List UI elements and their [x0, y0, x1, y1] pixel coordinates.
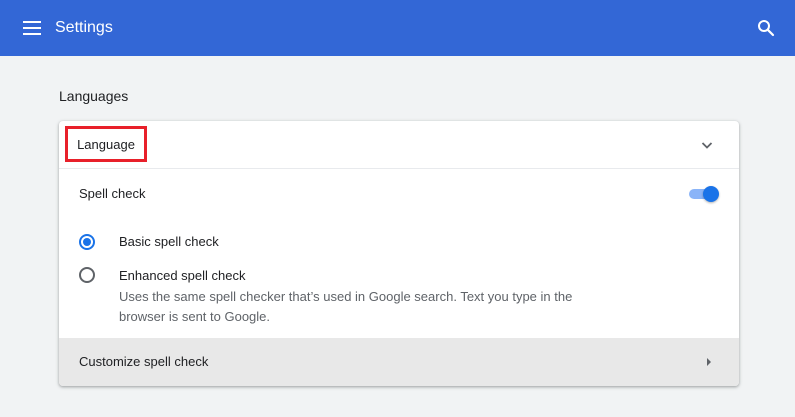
- enhanced-spell-check-label: Enhanced spell check: [119, 268, 246, 283]
- spell-check-toggle[interactable]: [687, 186, 721, 202]
- basic-spell-check-radio[interactable]: [79, 234, 95, 250]
- spell-check-label: Spell check: [79, 186, 146, 201]
- customize-spell-check-label: Customize spell check: [79, 354, 209, 369]
- basic-spell-check-label: Basic spell check: [119, 234, 219, 249]
- customize-spell-check-row[interactable]: Customize spell check: [59, 338, 739, 386]
- chevron-down-icon[interactable]: [699, 137, 715, 153]
- top-app-bar: Settings: [0, 0, 795, 56]
- section-title: Languages: [59, 88, 129, 104]
- search-icon[interactable]: [754, 16, 778, 40]
- spell-check-row: Spell check: [59, 170, 739, 218]
- caret-right-icon: [707, 358, 711, 366]
- language-row[interactable]: Language: [59, 121, 739, 169]
- enhanced-spell-check-description: Uses the same spell checker that’s used …: [119, 289, 573, 324]
- language-label: Language: [77, 136, 135, 152]
- enhanced-spell-check-radio[interactable]: [79, 267, 95, 283]
- toggle-knob: [703, 186, 719, 202]
- highlight-box: Language: [65, 126, 147, 162]
- page-title: Settings: [55, 19, 113, 36]
- languages-card: Language Spell check Basic spell check E…: [59, 121, 739, 386]
- hamburger-menu-icon[interactable]: [20, 17, 44, 39]
